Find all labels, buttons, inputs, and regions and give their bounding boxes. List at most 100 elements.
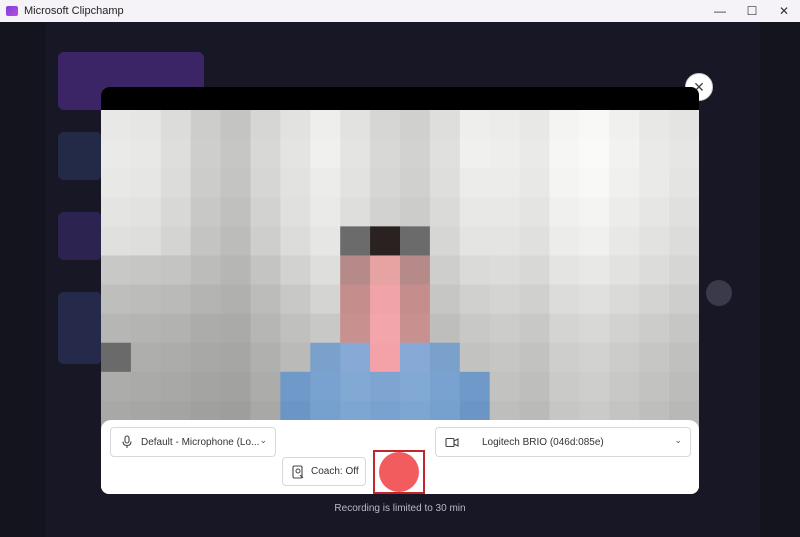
preview-pixel — [130, 226, 162, 257]
preview-pixel — [101, 284, 132, 315]
preview-pixel — [429, 226, 461, 257]
preview-pixel — [280, 139, 311, 169]
camera-letterbox — [101, 87, 699, 110]
preview-pixel — [519, 168, 551, 198]
preview-pixel — [609, 313, 640, 344]
preview-pixel — [340, 284, 371, 315]
coach-toggle-button[interactable]: Coach: Off — [282, 457, 366, 486]
preview-pixel — [609, 139, 640, 169]
preview-pixel — [130, 371, 162, 402]
preview-pixel — [400, 284, 431, 315]
preview-pixel — [400, 371, 431, 402]
preview-pixel — [220, 168, 252, 198]
background-card — [58, 212, 102, 260]
preview-pixel — [160, 197, 192, 227]
preview-pixel — [130, 139, 162, 169]
preview-pixel — [310, 371, 341, 402]
preview-pixel — [220, 371, 252, 402]
preview-pixel — [459, 371, 491, 402]
record-button[interactable] — [379, 452, 419, 492]
preview-pixel — [489, 110, 521, 140]
preview-pixel — [280, 197, 311, 227]
preview-pixel — [489, 342, 521, 373]
preview-pixel — [549, 197, 580, 227]
camera-select[interactable]: Logitech BRIO (046d:085e) ⌄ — [435, 427, 691, 457]
preview-pixel — [160, 139, 192, 169]
preview-pixel — [370, 284, 401, 315]
preview-pixel — [639, 139, 670, 169]
coach-button-label: Coach: Off — [311, 466, 359, 477]
preview-pixel — [280, 371, 311, 402]
preview-pixel — [579, 255, 610, 286]
preview-pixel — [519, 110, 551, 140]
preview-pixel — [519, 255, 551, 286]
preview-pixel — [310, 255, 341, 286]
preview-pixel — [549, 313, 580, 344]
preview-pixel — [549, 226, 580, 257]
preview-pixel — [160, 168, 192, 198]
close-window-button[interactable]: ✕ — [769, 0, 799, 22]
preview-pixel — [459, 255, 491, 286]
preview-pixel — [669, 168, 699, 198]
preview-pixel — [160, 342, 192, 373]
preview-pixel — [429, 110, 461, 140]
record-button-highlight — [373, 450, 425, 494]
preview-pixel — [639, 110, 670, 140]
microphone-select[interactable]: Default - Microphone (Lo... ⌄ — [110, 427, 276, 457]
preview-pixel — [400, 255, 431, 286]
preview-pixel — [370, 371, 401, 402]
maximize-button[interactable]: ☐ — [737, 0, 767, 22]
preview-pixel — [489, 226, 521, 257]
preview-pixel — [429, 139, 461, 169]
preview-pixel — [429, 168, 461, 198]
preview-pixel — [669, 342, 699, 373]
preview-pixel — [340, 371, 371, 402]
preview-pixel — [220, 197, 252, 227]
preview-pixel — [579, 342, 610, 373]
preview-pixel — [549, 168, 580, 198]
background-scroll-handle — [706, 280, 732, 306]
preview-pixel — [190, 139, 222, 169]
preview-pixel — [519, 342, 551, 373]
preview-pixel — [609, 284, 640, 315]
preview-pixel — [549, 255, 580, 286]
preview-pixel — [250, 284, 281, 315]
preview-pixel — [280, 168, 311, 198]
preview-pixel — [370, 139, 401, 169]
preview-pixel — [429, 284, 461, 315]
preview-pixel — [549, 284, 580, 315]
preview-pixel — [130, 168, 162, 198]
preview-pixel — [190, 110, 222, 140]
coach-icon — [291, 464, 305, 479]
chevron-down-icon: ⌄ — [259, 435, 267, 445]
preview-pixel — [489, 197, 521, 227]
title-bar: Microsoft Clipchamp — ☐ ✕ — [0, 0, 800, 22]
preview-pixel — [429, 313, 461, 344]
preview-pixel — [101, 110, 132, 140]
preview-pixel — [639, 168, 670, 198]
preview-pixel — [310, 110, 341, 140]
preview-pixel — [130, 284, 162, 315]
preview-pixel — [160, 110, 192, 140]
preview-pixel — [340, 139, 371, 169]
preview-pixel — [609, 110, 640, 140]
preview-pixel — [429, 371, 461, 402]
preview-pixel — [250, 255, 281, 286]
preview-pixel — [101, 226, 132, 257]
preview-pixel — [609, 255, 640, 286]
preview-pixel — [190, 168, 222, 198]
preview-pixel — [519, 284, 551, 315]
preview-pixel — [609, 197, 640, 227]
preview-pixel — [639, 313, 670, 344]
preview-pixel — [519, 371, 551, 402]
minimize-button[interactable]: — — [705, 0, 735, 22]
preview-pixel — [250, 197, 281, 227]
preview-pixel — [220, 226, 252, 257]
camera-recording-dialog: Default - Microphone (Lo... ⌄ Logitech B… — [101, 87, 699, 494]
preview-pixel — [160, 313, 192, 344]
preview-pixel — [280, 342, 311, 373]
chevron-down-icon: ⌄ — [674, 435, 682, 445]
preview-pixel — [579, 139, 610, 169]
microphone-select-value: Default - Microphone (Lo... — [141, 436, 260, 448]
microphone-icon — [119, 434, 135, 450]
